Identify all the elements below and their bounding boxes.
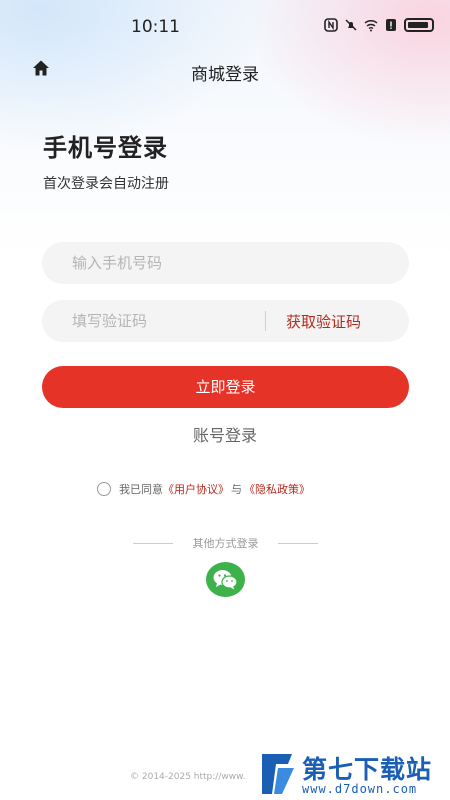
agreement-prefix: 我已同意 — [119, 483, 163, 496]
agreement-row: 我已同意 《用户协议》 与 《隐私政策》 — [97, 481, 310, 497]
page-heading: 手机号登录 — [43, 134, 168, 162]
other-login-divider: 其他方式登录 — [133, 535, 318, 551]
watermark-logo-icon — [262, 754, 294, 794]
agreement-and: 与 — [231, 483, 242, 496]
wechat-login-button[interactable] — [206, 562, 245, 597]
mute-icon — [345, 19, 357, 31]
phone-input-wrapper — [42, 242, 409, 284]
status-bar: 10:11 — [0, 0, 450, 56]
status-icons — [324, 18, 434, 32]
status-time: 10:11 — [131, 17, 180, 37]
page-subheading: 首次登录会自动注册 — [43, 176, 169, 192]
watermark: 第七下载站 www.d7down.com — [258, 750, 446, 798]
watermark-url: www.d7down.com — [302, 782, 418, 796]
battery-icon — [404, 18, 434, 32]
wechat-icon — [213, 570, 238, 590]
verification-code-input[interactable] — [42, 300, 282, 342]
get-code-button[interactable]: 获取验证码 — [286, 311, 361, 332]
user-agreement-link[interactable]: 《用户协议》 — [163, 481, 229, 497]
code-input-wrapper: 获取验证码 — [42, 300, 409, 342]
divider-line-right — [278, 542, 318, 544]
divider-line-left — [133, 542, 173, 544]
footer-copyright: © 2014-2025 http://www. — [130, 772, 246, 782]
input-divider — [265, 311, 266, 331]
agreement-checkbox[interactable] — [97, 482, 111, 496]
alert-icon — [386, 19, 396, 31]
nfc-icon — [324, 18, 338, 32]
other-login-label: 其他方式登录 — [192, 537, 259, 550]
privacy-policy-link[interactable]: 《隐私政策》 — [244, 481, 310, 497]
account-login-link[interactable]: 账号登录 — [0, 422, 450, 446]
phone-input[interactable] — [42, 242, 372, 284]
header: 商城登录 — [0, 56, 450, 85]
wifi-icon — [364, 19, 378, 32]
watermark-title: 第七下载站 — [302, 755, 433, 784]
login-button[interactable]: 立即登录 — [42, 366, 409, 408]
header-title: 商城登录 — [191, 65, 259, 85]
